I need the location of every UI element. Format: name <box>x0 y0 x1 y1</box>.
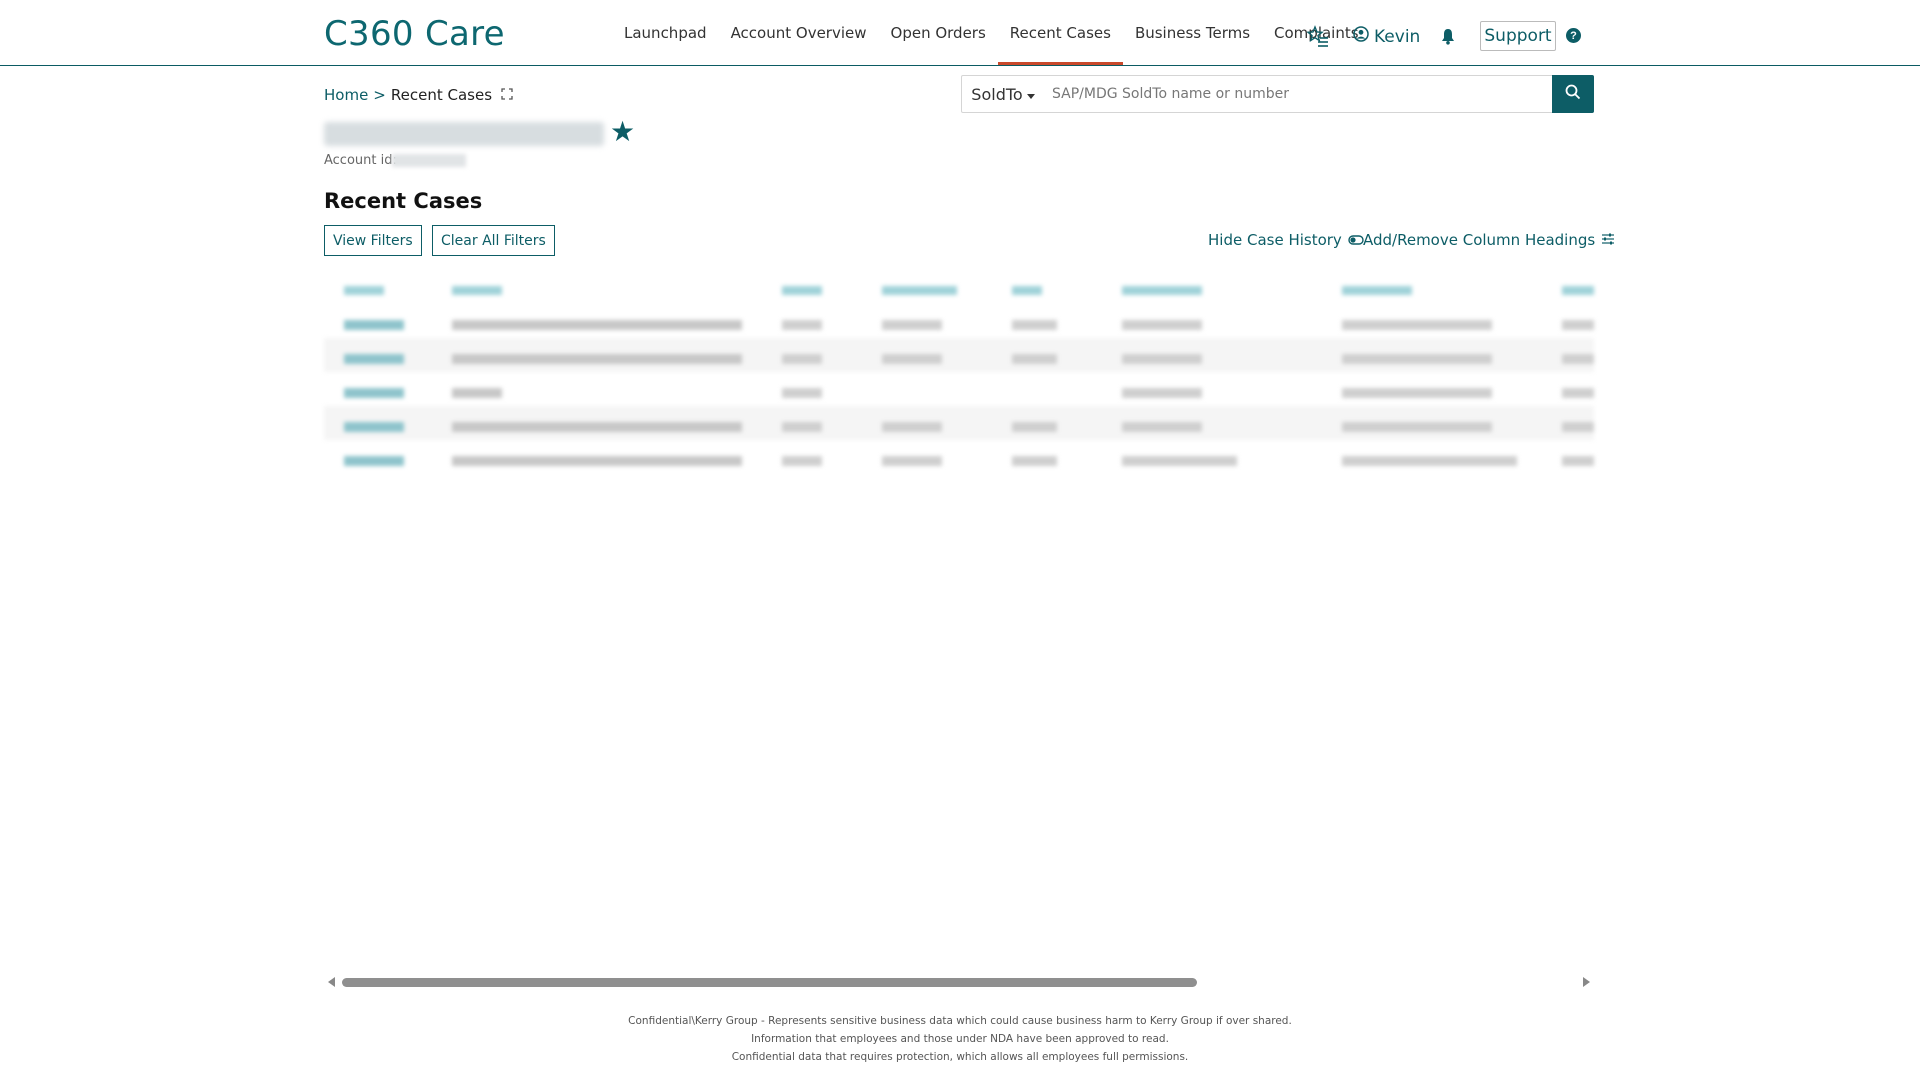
main-nav: Launchpad Account Overview Open Orders R… <box>612 0 1371 65</box>
nav-item-open-orders[interactable]: Open Orders <box>879 0 998 65</box>
page-title: Recent Cases <box>324 189 483 213</box>
soldto-search-input[interactable] <box>1044 76 1552 112</box>
account-id-label: Account id: <box>324 153 397 168</box>
top-navigation-bar: C360 Care Launchpad Account Overview Ope… <box>0 0 1920 66</box>
account-name-redacted <box>324 122 604 146</box>
expand-icon[interactable] <box>501 86 513 104</box>
question-circle-icon[interactable]: ? <box>1566 28 1581 43</box>
recent-cases-table-redacted <box>324 276 1594 476</box>
soldto-scope-label: SoldTo <box>971 84 1023 104</box>
breadcrumb-home-link[interactable]: Home <box>324 86 368 104</box>
nav-item-account-overview[interactable]: Account Overview <box>719 0 879 65</box>
breadcrumb: Home > Recent Cases <box>324 86 513 104</box>
caret-down-icon <box>1026 85 1035 104</box>
nav-item-recent-cases[interactable]: Recent Cases <box>997 0 1124 65</box>
hide-case-history-label: Hide Case History <box>1208 231 1342 249</box>
support-button[interactable]: Support <box>1480 21 1556 51</box>
breadcrumb-current: Recent Cases <box>390 86 493 104</box>
redacted-table-graphic <box>324 286 1594 466</box>
hide-case-history-toggle[interactable]: Hide Case History <box>1208 231 1364 249</box>
confidentiality-footer: Confidential\Kerry Group - Represents se… <box>560 1012 1360 1066</box>
soldto-scope-dropdown[interactable]: SoldTo <box>962 76 1044 112</box>
star-list-icon[interactable] <box>1306 25 1329 52</box>
footer-line-3: Confidential data that requires protecti… <box>731 1051 1189 1063</box>
soldto-search: SoldTo <box>961 75 1594 113</box>
add-remove-column-headings[interactable]: Add/Remove Column Headings <box>1363 231 1615 249</box>
toggle-icon <box>1348 231 1364 249</box>
breadcrumb-separator: > <box>373 86 386 104</box>
bell-icon[interactable] <box>1441 28 1455 50</box>
scroll-left-arrow-icon[interactable] <box>328 977 335 987</box>
footer-line-1: Confidential\Kerry Group - Represents se… <box>628 1015 1292 1027</box>
app-logo[interactable]: C360 Care <box>324 14 505 54</box>
scrollbar-thumb[interactable] <box>342 978 1197 987</box>
search-button[interactable] <box>1552 75 1594 113</box>
clear-all-filters-button[interactable]: Clear All Filters <box>432 225 555 256</box>
nav-item-business-terms[interactable]: Business Terms <box>1123 0 1262 65</box>
view-filters-button[interactable]: View Filters <box>324 225 422 256</box>
footer-line-2: Information that employees and those und… <box>751 1033 1169 1045</box>
scroll-right-arrow-icon[interactable] <box>1583 977 1590 987</box>
column-headings-label: Add/Remove Column Headings <box>1363 231 1596 249</box>
favorite-star-icon[interactable]: ★ <box>610 118 635 146</box>
search-icon <box>1565 84 1581 105</box>
account-id-redacted <box>392 154 466 167</box>
nav-item-launchpad[interactable]: Launchpad <box>612 0 719 65</box>
user-menu[interactable]: Kevin <box>1353 26 1420 47</box>
user-circle-icon <box>1353 26 1369 47</box>
user-name: Kevin <box>1374 26 1421 47</box>
sliders-icon <box>1601 231 1615 249</box>
